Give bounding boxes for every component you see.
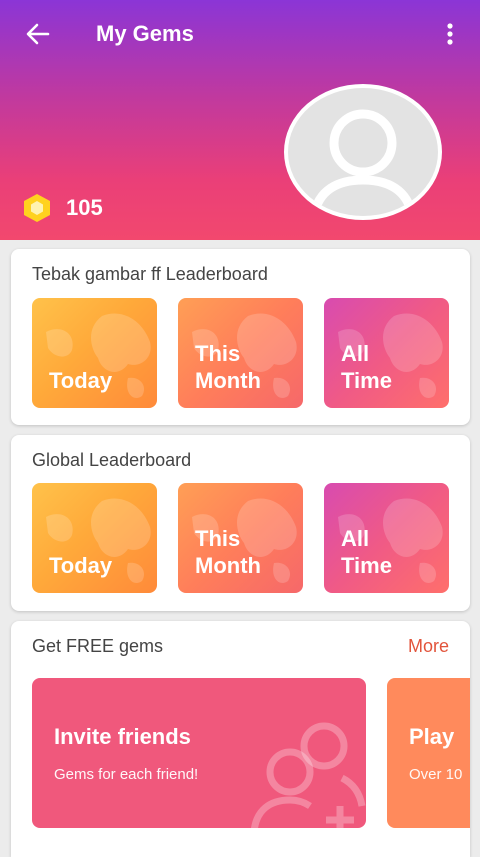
leaderboard-today-tile[interactable]: Today	[32, 483, 157, 593]
leaderboard-month-tile[interactable]: This Month	[178, 298, 303, 408]
invite-friends-card[interactable]: Invite friends Gems for each friend!	[32, 678, 366, 828]
play-card[interactable]: Play Over 10	[387, 678, 470, 828]
add-friends-icon	[251, 722, 366, 828]
user-avatar-icon	[309, 109, 417, 216]
game-leaderboard-card: Tebak gambar ff Leaderboard Today This M…	[11, 249, 470, 425]
leaderboard-alltime-tile[interactable]: All Time	[324, 298, 449, 408]
promo-title: Play	[409, 724, 455, 749]
gem-balance: 105	[22, 192, 103, 224]
profile-header: My Gems 105	[0, 0, 480, 240]
more-link[interactable]: More	[408, 635, 449, 657]
leaderboard-today-tile[interactable]: Today	[32, 298, 157, 408]
tile-label: Today	[49, 553, 113, 578]
back-arrow-icon[interactable]	[24, 20, 52, 48]
card-title: Get FREE gems	[32, 636, 164, 656]
gem-icon	[24, 194, 50, 222]
card-title: Tebak gambar ff Leaderboard	[32, 264, 268, 284]
more-vertical-icon[interactable]	[436, 20, 464, 48]
global-leaderboard-card: Global Leaderboard Today This Month All …	[11, 435, 470, 611]
card-title: Global Leaderboard	[32, 450, 192, 470]
leaderboard-alltime-tile[interactable]: All Time	[324, 483, 449, 593]
tile-label: Today	[49, 368, 113, 393]
promo-subtitle: Gems for each friend!	[54, 766, 199, 783]
avatar[interactable]	[284, 84, 442, 220]
promo-title: Invite friends	[54, 724, 191, 749]
tile-label: All Time	[341, 341, 392, 393]
tile-label: This Month	[195, 526, 261, 578]
free-gems-card: Get FREE gems More Invite friends Gems f…	[11, 621, 470, 857]
gem-count: 105	[66, 195, 103, 220]
promo-subtitle: Over 10	[409, 766, 463, 783]
page-title: My Gems	[96, 21, 194, 46]
tile-label: This Month	[195, 341, 261, 393]
tile-label: All Time	[341, 526, 392, 578]
leaderboard-month-tile[interactable]: This Month	[178, 483, 303, 593]
